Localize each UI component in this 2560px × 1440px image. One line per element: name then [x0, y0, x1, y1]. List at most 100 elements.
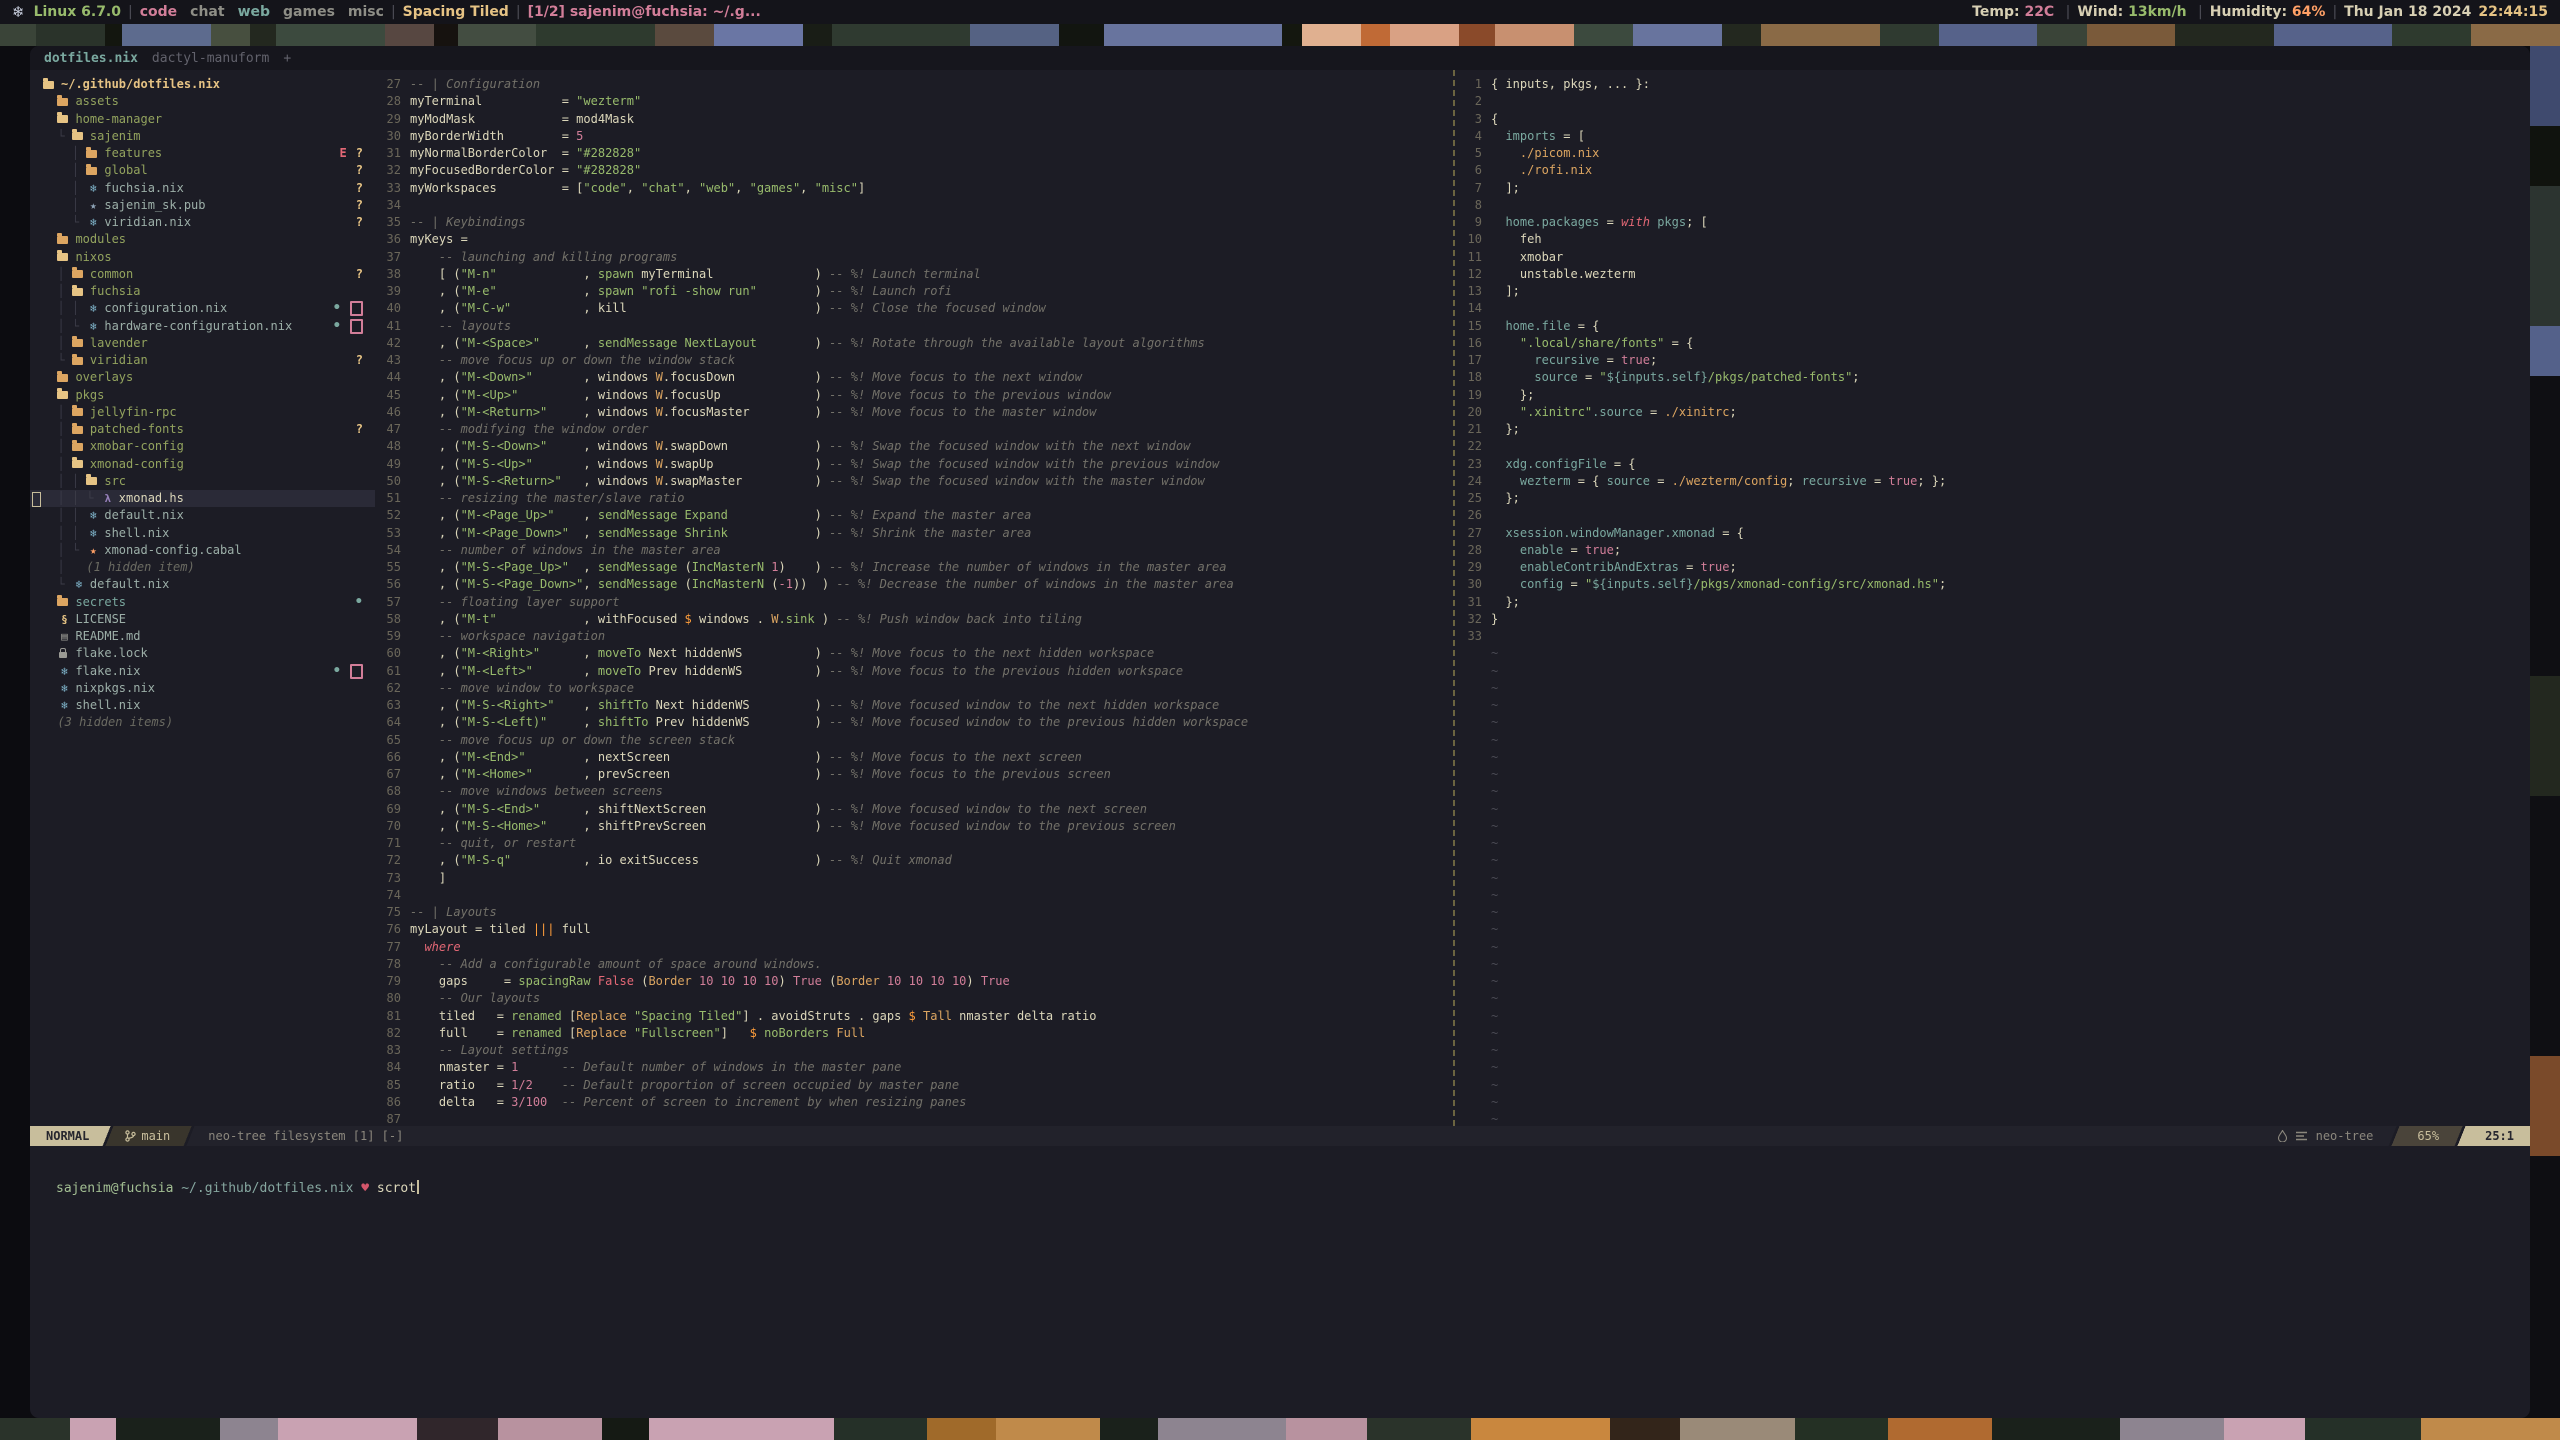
tree-item[interactable]: modules — [30, 231, 375, 248]
end-of-buffer-tilde: ~ — [1491, 956, 1498, 973]
tree-item[interactable]: assets — [30, 93, 375, 110]
workspace-code[interactable]: code — [140, 4, 177, 20]
tree-item[interactable]: │ jellyfin-rpc — [30, 404, 375, 421]
token: "M-e" — [461, 284, 497, 298]
tree-item[interactable]: │ patched-fonts? — [30, 421, 375, 438]
window-split-separator[interactable] — [1453, 70, 1455, 1126]
code-text: , ("M-<Page_Down>" , sendMessage Shrink … — [410, 525, 1031, 542]
tree-item[interactable]: │ fuchsia — [30, 283, 375, 300]
end-of-buffer-tilde: ~ — [1491, 921, 1498, 938]
tree-item[interactable]: ❄shell.nix — [30, 697, 375, 714]
tab-dactyl-manuform[interactable]: dactyl-manuform — [152, 51, 269, 66]
line-number — [1456, 973, 1482, 990]
line-number: 72 — [375, 852, 401, 869]
tree-item[interactable]: │ featuresE? — [30, 145, 375, 162]
tree-item[interactable]: ~/.github/dotfiles.nix — [30, 76, 375, 93]
modified-dot-icon: • — [333, 318, 341, 335]
tree-item[interactable]: │ ❄fuchsia.nix? — [30, 180, 375, 197]
xmobar-left: ❄ Linux 6.7.0 | codechatwebgamesmisc | S… — [12, 3, 761, 21]
tree-item[interactable]: │ common? — [30, 266, 375, 283]
code-line: 7 ]; — [1456, 180, 2530, 197]
tree-item[interactable]: └ viridian? — [30, 352, 375, 369]
token: }; — [1491, 595, 1520, 609]
workspace-web[interactable]: web — [238, 4, 270, 20]
scroll-percent: 65% — [2403, 1126, 2453, 1146]
tree-item[interactable]: │ │ ❄configuration.nix• — [30, 300, 375, 317]
code-line: 34 — [375, 197, 1452, 214]
cwd: ~/.github/dotfiles.nix — [181, 1181, 353, 1196]
code-text: -- Layout settings — [410, 1042, 569, 1059]
line-number — [1456, 680, 1482, 697]
tree-item-label: lavender — [90, 335, 148, 352]
token: = — [1563, 543, 1585, 557]
code-text: , ("M-S-<Left)" , shiftTo Prev hiddenWS … — [410, 714, 1248, 731]
tree-item[interactable]: ▤README.md — [30, 628, 375, 645]
editor-pane-xmonad-hs[interactable]: 27-- | Configuration28myTerminal = "wezt… — [375, 70, 1452, 1126]
token: "M-<Home>" — [461, 767, 533, 781]
line-number: 60 — [375, 645, 401, 662]
line-number: 66 — [375, 749, 401, 766]
tree-indent-guide: │ — [43, 162, 86, 179]
tab-dotfiles[interactable]: dotfiles.nix — [44, 51, 138, 66]
tree-item[interactable]: │ │ ❄shell.nix — [30, 525, 375, 542]
tree-item[interactable]: ❄nixpkgs.nix — [30, 680, 375, 697]
wallpaper-strip-top — [0, 24, 2560, 46]
tree-item[interactable]: └ sajenim — [30, 128, 375, 145]
tree-item[interactable]: │ ★sajenim_sk.pub? — [30, 197, 375, 214]
shell-pane[interactable]: sajenim@fuchsia ~/.github/dotfiles.nix ♥… — [30, 1146, 2530, 1418]
tree-item[interactable]: └ ❄default.nix — [30, 576, 375, 593]
tree-item[interactable]: │ lavender — [30, 335, 375, 352]
workspace-games[interactable]: games — [283, 4, 335, 20]
line-number: 63 — [375, 697, 401, 714]
tree-item[interactable]: └ ❄viridian.nix? — [30, 214, 375, 231]
tree-item[interactable]: flake.lock — [30, 645, 375, 662]
tree-item[interactable]: │ │ src — [30, 473, 375, 490]
tree-item[interactable]: │ (1 hidden item) — [30, 559, 375, 576]
token — [627, 1026, 634, 1040]
token — [533, 1078, 562, 1092]
code-line: 4 imports = [ — [1456, 128, 2530, 145]
code-text: myWorkspaces = ["code", "chat", "web", "… — [410, 180, 865, 197]
wallpaper-block — [1680, 1418, 1796, 1440]
empty-line: ~ — [1456, 818, 2530, 835]
workspace-chat[interactable]: chat — [190, 4, 224, 20]
token — [518, 1060, 561, 1074]
tree-item[interactable]: │ xmonad-config — [30, 456, 375, 473]
code-text: , ("M-S-<Up>" , windows W.swapUp ) -- %!… — [410, 456, 1219, 473]
token: IncMasterN — [692, 560, 764, 574]
code-line: 26 — [1456, 507, 2530, 524]
folder-closed-icon — [86, 150, 97, 158]
code-text: , ("M-<Right>" , moveTo Next hiddenWS ) … — [410, 645, 1154, 662]
separator: | — [2332, 4, 2337, 20]
tree-item[interactable]: overlays — [30, 369, 375, 386]
tree-item[interactable]: secrets• — [30, 594, 375, 611]
workspace-misc[interactable]: misc — [348, 4, 384, 20]
token: -- %! Swap the focused window with the n… — [829, 439, 1190, 453]
tree-item[interactable]: ❄flake.nix• — [30, 663, 375, 680]
tree-item[interactable]: │ global? — [30, 162, 375, 179]
tree-indent-guide: │ — [43, 456, 72, 473]
token: 10 10 10 10 — [699, 974, 778, 988]
wallpaper-block — [2392, 24, 2471, 46]
code-line: 28myTerminal = "wezterm" — [375, 93, 1452, 110]
token: "M-<Page_Down>" — [461, 526, 569, 540]
tree-item[interactable]: home-manager — [30, 111, 375, 128]
tree-item[interactable]: (3 hidden items) — [30, 714, 375, 731]
tree-item[interactable]: nixos — [30, 249, 375, 266]
editor-pane-nix-file[interactable]: 1{ inputs, pkgs, ... }:23{4 imports = [5… — [1456, 70, 2530, 1126]
line-number: 62 — [375, 680, 401, 697]
tree-item[interactable]: │ └ ❄hardware-configuration.nix• — [30, 318, 375, 335]
token — [692, 974, 699, 988]
token: sendMessage Shrink — [598, 526, 728, 540]
empty-line: ~ — [1456, 835, 2530, 852]
tree-item[interactable]: │ │ └ λxmonad.hs — [30, 490, 375, 507]
token: , windows — [518, 388, 655, 402]
tree-item[interactable]: §LICENSE — [30, 611, 375, 628]
git-status-markers: ? — [356, 266, 363, 283]
code-line: 27 xsession.windowManager.xmonad = { — [1456, 525, 2530, 542]
tree-item[interactable]: pkgs — [30, 387, 375, 404]
tree-item[interactable]: │ └ ★xmonad-config.cabal — [30, 542, 375, 559]
tree-item[interactable]: │ │ ❄default.nix — [30, 507, 375, 524]
new-tab-button[interactable]: + — [283, 51, 291, 66]
tree-item[interactable]: │ xmobar-config — [30, 438, 375, 455]
